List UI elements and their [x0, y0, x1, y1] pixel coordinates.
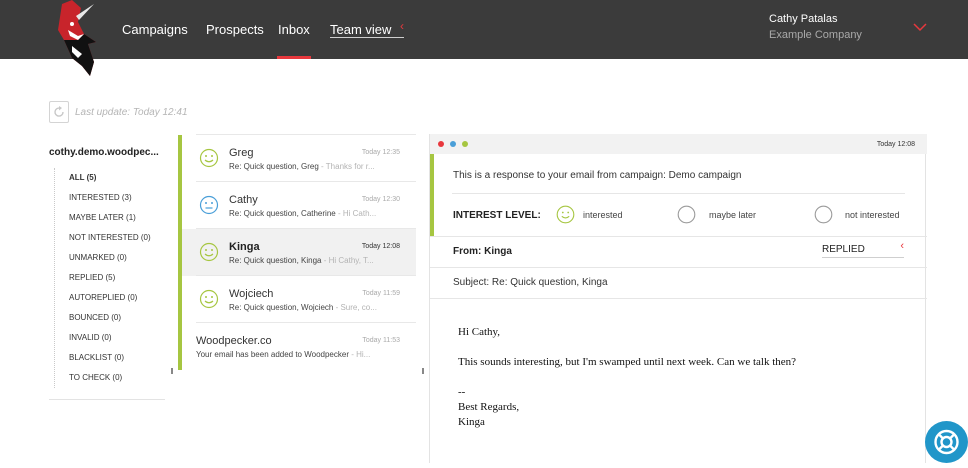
woodpecker-logo[interactable]: [48, 0, 100, 78]
radio-empty-icon: [677, 205, 696, 224]
list-item[interactable]: Wojciech Today 11:59 Re: Quick question,…: [178, 276, 416, 323]
message-time: Today 12:08: [361, 243, 400, 250]
radio-empty-icon: [814, 205, 833, 224]
message-snippet: - Hi Cathy, T...: [321, 256, 374, 265]
message-sender: Cathy: [229, 194, 258, 206]
red-dot-icon: [438, 141, 444, 147]
email-signature-separator: --: [458, 386, 466, 398]
refresh-icon: [54, 106, 64, 117]
filter-to-check[interactable]: TO CHECK (0): [55, 368, 164, 388]
filter-blacklist[interactable]: BLACKLIST (0): [55, 348, 164, 368]
message-subject: Re: Quick question, Catherine - Hi Cath.…: [229, 209, 377, 218]
neutral-face-icon: [199, 195, 219, 215]
filter-bounced[interactable]: BOUNCED (0): [55, 308, 164, 328]
last-update-text: Last update: Today 12:41: [75, 107, 188, 118]
message-time: Today 12:30: [361, 196, 400, 203]
column-resize-handle[interactable]: [422, 368, 424, 374]
message-snippet: - Sure, co...: [333, 303, 377, 312]
option-label: not interested: [845, 210, 900, 220]
message-snippet: - Hi Cath...: [335, 209, 377, 218]
help-button[interactable]: [925, 421, 968, 463]
top-navigation-bar: Campaigns Prospects Inbox Team view ‹ Ca…: [0, 0, 968, 76]
chevron-left-icon: ‹: [900, 240, 904, 252]
happy-face-icon: [556, 205, 575, 224]
filter-interested[interactable]: INTERESTED (3): [55, 188, 164, 208]
nav-campaigns[interactable]: Campaigns: [122, 22, 188, 37]
email-text: This sounds interesting, but I'm swamped…: [458, 356, 797, 368]
message-sender: Greg: [229, 147, 254, 159]
message-subject: Re: Quick question, Wojciech - Sure, co.…: [229, 303, 377, 312]
message-sender: Kinga: [229, 241, 260, 253]
chevron-left-icon: ‹: [400, 19, 404, 33]
filter-all[interactable]: ALL (5): [55, 168, 164, 188]
filter-replied[interactable]: REPLIED (5): [55, 268, 164, 288]
user-menu[interactable]: Cathy Patalas Example Company: [769, 13, 862, 41]
message-subject: Re: Quick question, Greg - Thanks for r.…: [229, 162, 375, 171]
message-snippet: - Hi...: [349, 350, 371, 359]
user-company: Example Company: [769, 29, 862, 41]
message-time: Today 12:35: [361, 149, 400, 156]
interest-level-label: INTEREST LEVEL:: [453, 210, 541, 221]
column-resize-handle[interactable]: [171, 368, 173, 374]
chevron-down-icon[interactable]: [913, 22, 927, 32]
message-detail-panel: Today 12:08 This is a response to your e…: [429, 134, 927, 463]
message-subject: Re: Quick question, Kinga - Hi Cathy, T.…: [229, 256, 374, 265]
filter-autoreplied[interactable]: AUTOREPLIED (0): [55, 288, 164, 308]
happy-face-icon: [199, 242, 219, 262]
message-sender: Woodpecker.co: [196, 335, 272, 347]
filter-maybe-later[interactable]: MAYBE LATER (1): [55, 208, 164, 228]
team-view-select[interactable]: Team view ‹: [330, 19, 404, 38]
user-name: Cathy Patalas: [769, 13, 838, 25]
status-filter-list: ALL (5) INTERESTED (3) MAYBE LATER (1) N…: [54, 168, 164, 388]
list-item[interactable]: Greg Today 12:35 Re: Quick question, Gre…: [178, 135, 416, 182]
from-field: From: Kinga: [453, 246, 512, 257]
message-time: Today 11:53: [362, 337, 400, 344]
reply-status-select[interactable]: REPLIED ‹: [822, 240, 904, 258]
happy-face-icon: [199, 148, 219, 168]
divider: [430, 267, 927, 268]
list-item-selected[interactable]: Kinga Today 12:08 Re: Quick question, Ki…: [178, 229, 416, 276]
team-view-label: Team view: [330, 22, 392, 37]
blue-dot-icon: [450, 141, 456, 147]
subject-field: Subject: Re: Quick question, Kinga: [453, 277, 608, 288]
filter-unmarked[interactable]: UNMARKED (0): [55, 248, 164, 268]
list-item[interactable]: Woodpecker.co Today 11:53 Your email has…: [178, 323, 416, 370]
divider: [430, 298, 927, 299]
list-item[interactable]: Cathy Today 12:30 Re: Quick question, Ca…: [178, 182, 416, 229]
nav-prospects[interactable]: Prospects: [206, 22, 264, 37]
email-regards: Best Regards,: [458, 401, 520, 413]
filter-not-interested[interactable]: NOT INTERESTED (0): [55, 228, 164, 248]
green-dot-icon: [462, 141, 468, 147]
divider: [430, 236, 927, 237]
lifebuoy-icon: [934, 429, 959, 455]
message-snippet: - Thanks for r...: [318, 162, 375, 171]
happy-face-icon: [199, 289, 219, 309]
option-label: maybe later: [709, 210, 757, 220]
option-label: interested: [583, 210, 623, 220]
window-bar: Today 12:08: [430, 134, 927, 154]
account-name[interactable]: cothy.demo.woodpec...: [49, 147, 165, 158]
divider: [452, 193, 905, 194]
message-time: Today 12:08: [876, 141, 915, 148]
email-signature: Kinga: [458, 416, 485, 428]
reply-status-value: REPLIED: [822, 244, 865, 255]
message-sender: Wojciech: [229, 288, 274, 300]
nav-inbox[interactable]: Inbox: [277, 22, 311, 59]
filter-invalid[interactable]: INVALID (0): [55, 328, 164, 348]
message-time: Today 11:59: [362, 290, 400, 297]
email-greeting: Hi Cathy,: [458, 326, 501, 338]
refresh-button[interactable]: [49, 101, 69, 123]
campaign-response-text: This is a response to your email from ca…: [453, 170, 742, 181]
divider: [49, 399, 165, 400]
email-body: Hi Cathy, This sounds interesting, but I…: [458, 325, 796, 430]
response-box: This is a response to your email from ca…: [430, 154, 927, 236]
message-subject: Your email has been added to Woodpecker …: [196, 350, 371, 359]
